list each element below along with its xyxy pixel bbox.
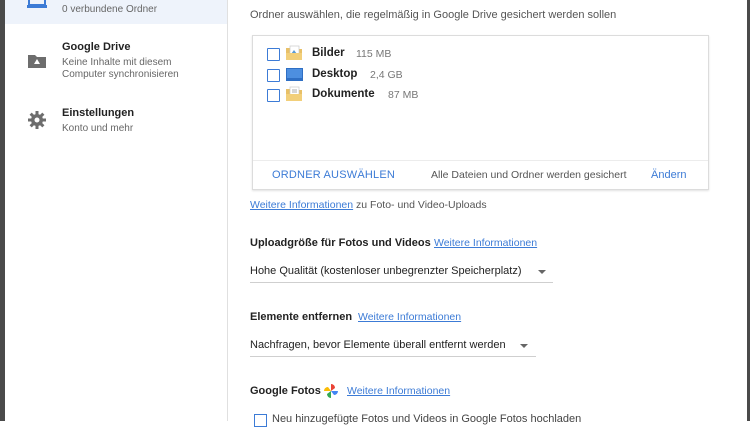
sidebar-item-my-computer[interactable]: 0 verbundene Ordner [5, 0, 227, 24]
chevron-down-icon [538, 270, 546, 274]
remove-items-more-info-link[interactable]: Weitere Informationen [358, 311, 461, 323]
uploads-info-text: zu Foto- und Video-Uploads [353, 199, 487, 211]
folder-name-bilder: Bilder [312, 47, 345, 59]
sidebar: 0 verbundene Ordner Google Drive Keine I… [5, 0, 228, 421]
desktop-folder-icon [286, 68, 303, 81]
remove-items-title: Elemente entfernen [250, 311, 353, 323]
sidebar-item-settings-title: Einstellungen [62, 107, 135, 119]
folder-box-footer: ORDNER AUSWÄHLEN Alle Dateien und Ordner… [253, 160, 708, 189]
uploads-more-info-link[interactable]: Weitere Informationen [250, 199, 353, 211]
sidebar-item-settings-subtitle: Konto und mehr [62, 123, 134, 134]
folder-selection-box: Bilder 115 MB Desktop 2,4 GB Dokumente 8… [252, 35, 709, 190]
folder-checkbox-dokumente[interactable] [267, 89, 280, 102]
pictures-folder-icon [286, 45, 302, 60]
google-photos-icon [324, 384, 338, 398]
folder-row-dokumente[interactable]: Dokumente 87 MB [267, 86, 567, 104]
upload-size-selected: Hohe Qualität (kostenloser unbegrenzter … [250, 265, 522, 277]
chevron-down-icon [520, 344, 528, 348]
heading-fragment [250, 0, 350, 2]
google-photos-title: Google Fotos [250, 385, 321, 397]
sidebar-item-google-drive[interactable]: Google Drive Keine Inhalte mit diesem Co… [5, 38, 227, 88]
backup-info-text: Alle Dateien und Ordner werden gesichert [431, 169, 627, 181]
sidebar-item-my-computer-subtitle: 0 verbundene Ordner [62, 4, 158, 15]
drive-folder-icon [28, 55, 46, 68]
upload-size-dropdown[interactable]: Hohe Qualität (kostenloser unbegrenzter … [250, 265, 553, 283]
google-photos-upload-label: Neu hinzugefügte Fotos und Videos in Goo… [272, 413, 582, 425]
folder-name-desktop: Desktop [312, 68, 358, 80]
folder-checkbox-bilder[interactable] [267, 48, 280, 61]
google-photos-more-info-link[interactable]: Weitere Informationen [347, 385, 450, 397]
folder-name-dokumente: Dokumente [312, 88, 375, 100]
remove-items-dropdown[interactable]: Nachfragen, bevor Elemente überall entfe… [250, 339, 536, 357]
sidebar-item-google-drive-subtitle-2: Computer synchronisieren [62, 69, 179, 80]
main-panel: Ordner auswählen, die regelmäßig in Goog… [228, 0, 747, 427]
folder-checkbox-desktop[interactable] [267, 69, 280, 82]
folder-row-desktop[interactable]: Desktop 2,4 GB [267, 66, 567, 84]
change-button[interactable]: Ändern [651, 169, 686, 181]
instruction-text: Ordner auswählen, die regelmäßig in Goog… [250, 9, 617, 21]
laptop-icon [27, 0, 47, 8]
upload-size-title: Uploadgröße für Fotos und Videos [250, 237, 431, 249]
documents-folder-icon [286, 86, 302, 101]
folder-row-bilder[interactable]: Bilder 115 MB [267, 45, 567, 63]
folder-size-dokumente: 87 MB [388, 89, 419, 101]
sidebar-item-google-drive-title: Google Drive [62, 41, 131, 53]
upload-size-more-info-link[interactable]: Weitere Informationen [434, 237, 537, 249]
sidebar-item-settings[interactable]: Einstellungen Konto und mehr [5, 104, 227, 144]
gear-icon [28, 111, 46, 129]
uploads-info-row: Weitere Informationen zu Foto- und Video… [250, 199, 487, 211]
remove-items-selected: Nachfragen, bevor Elemente überall entfe… [250, 339, 506, 351]
folder-size-desktop: 2,4 GB [370, 69, 403, 81]
folder-size-bilder: 115 MB [356, 48, 392, 60]
choose-folder-button[interactable]: ORDNER AUSWÄHLEN [272, 169, 395, 181]
